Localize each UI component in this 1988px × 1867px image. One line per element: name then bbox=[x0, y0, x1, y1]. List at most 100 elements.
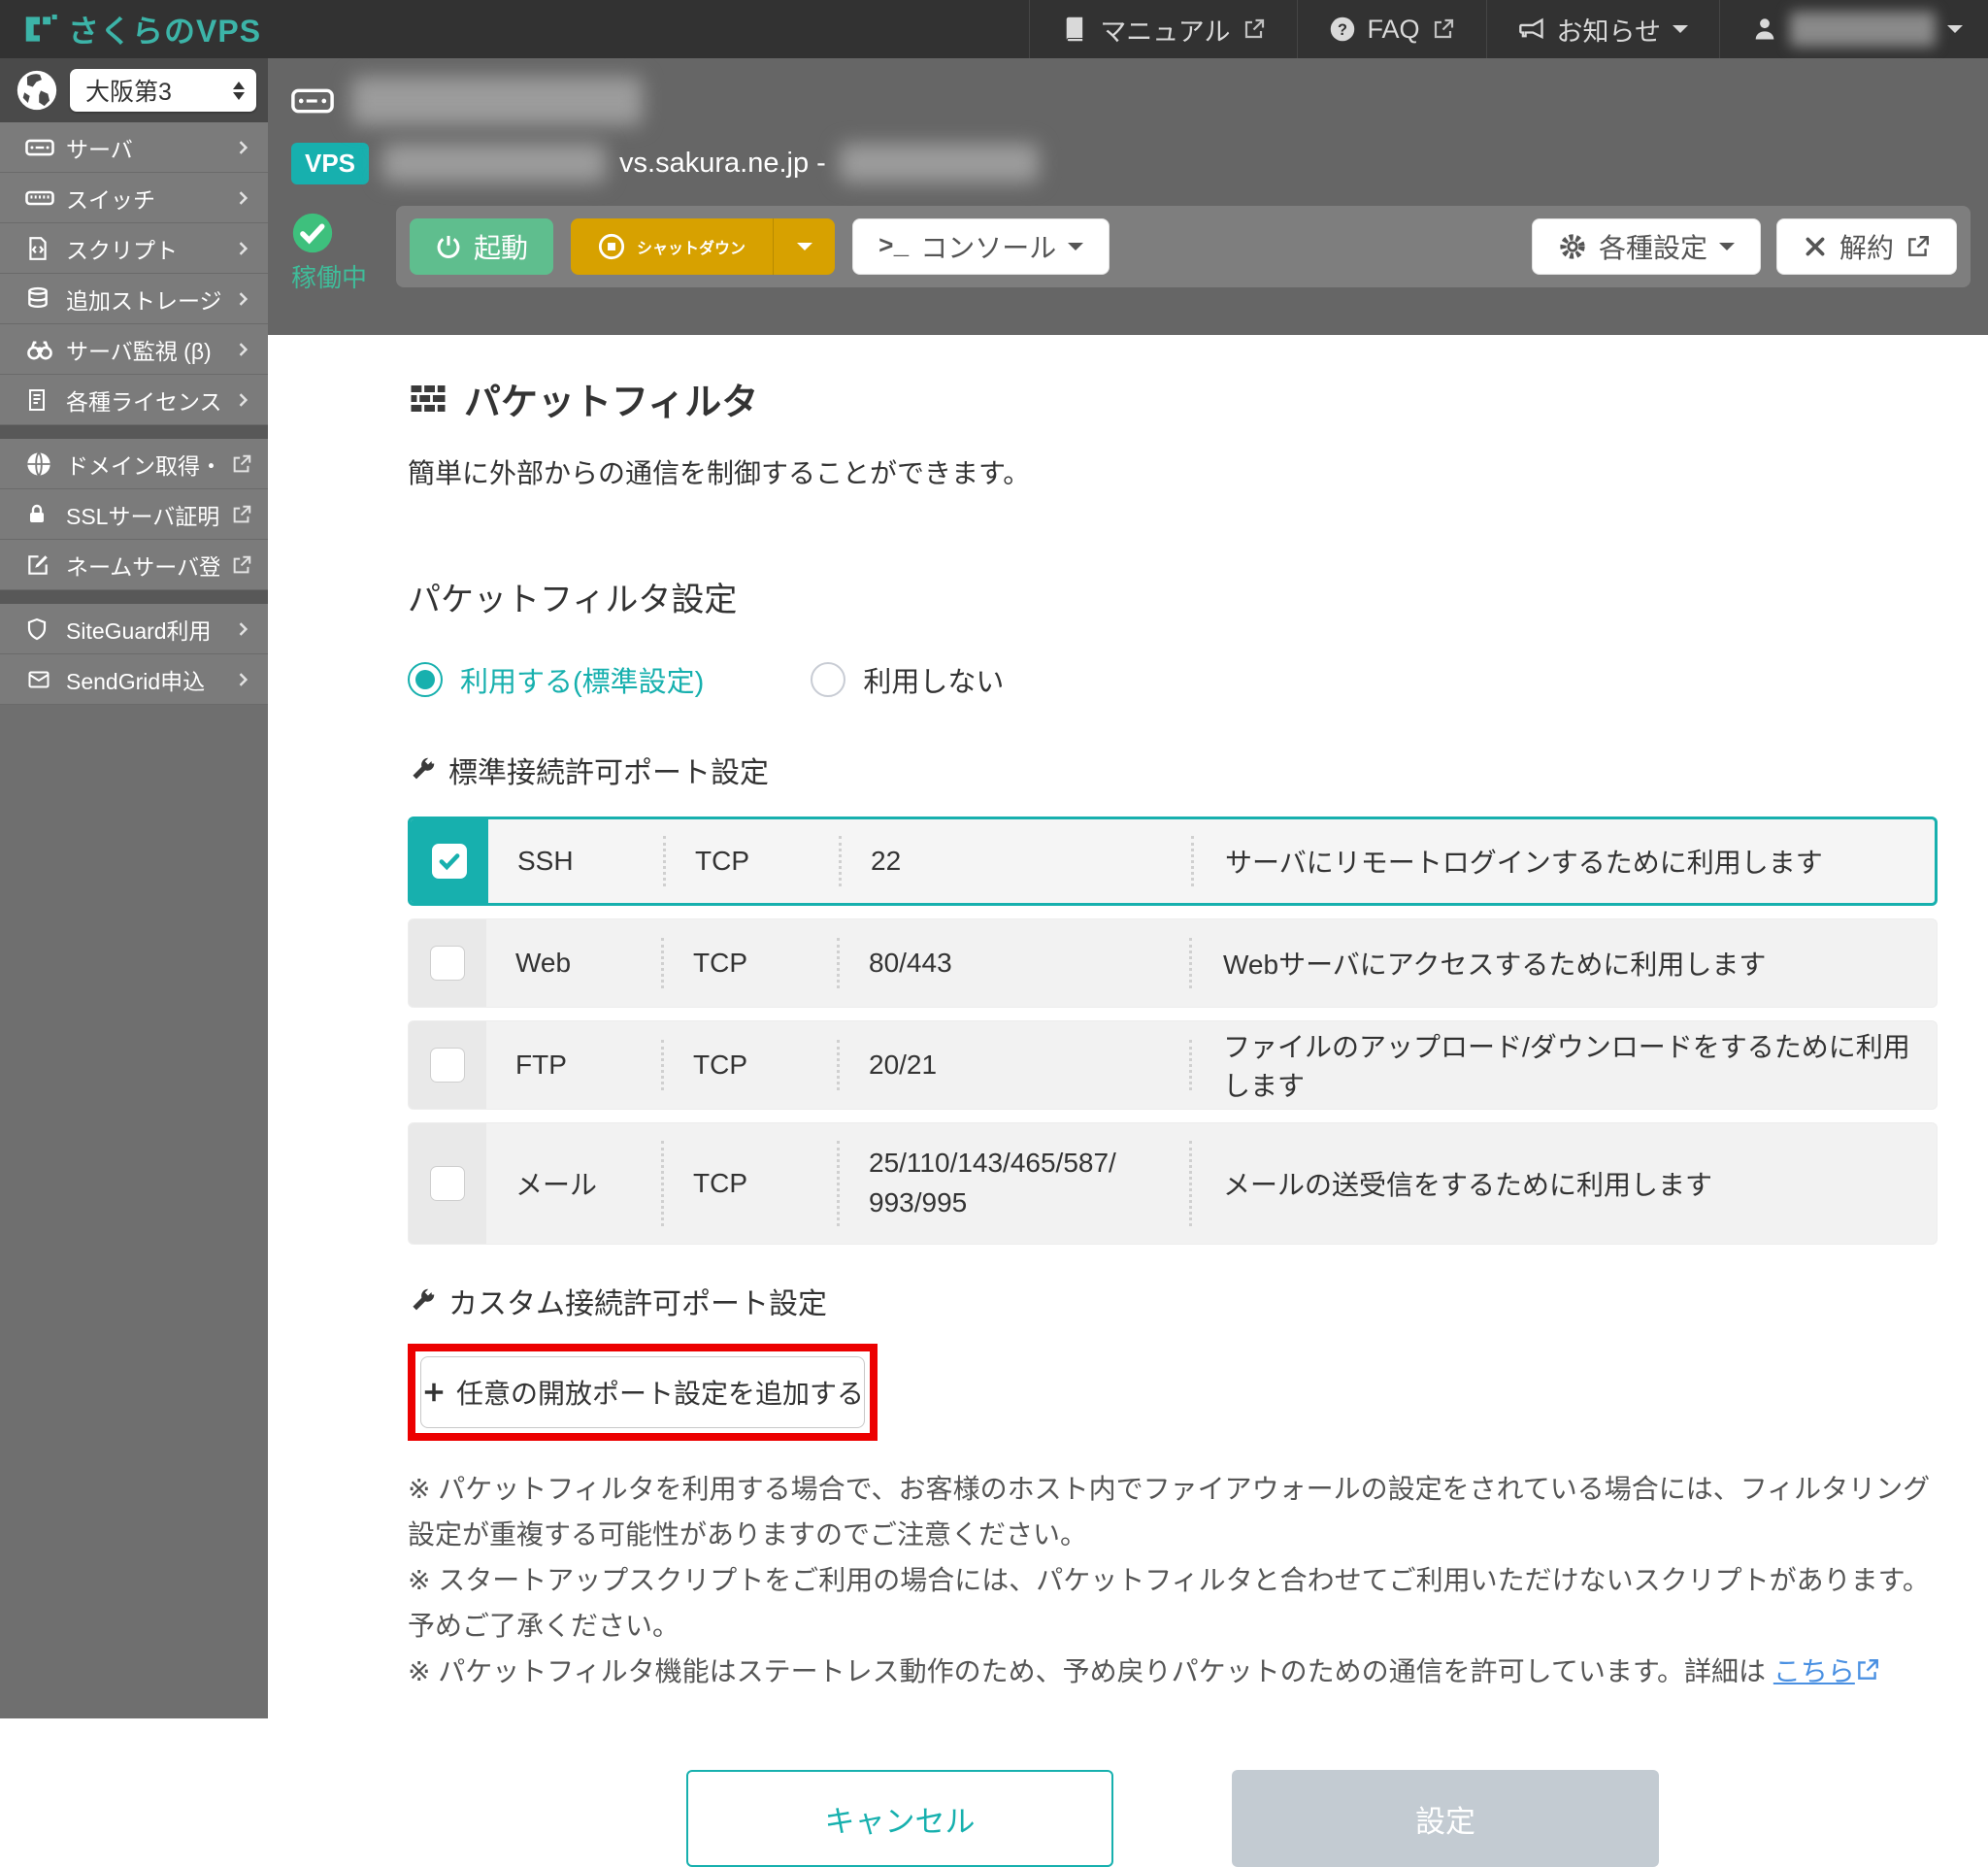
sidebar-item-sendgrid[interactable]: SendGrid申込 bbox=[0, 654, 268, 705]
sidebar-menu: サーバ スイッチ スクリプト 追加ストレージ(NFS) サーバ監視 (β) bbox=[0, 122, 268, 705]
nav-faq-label: FAQ bbox=[1368, 15, 1420, 45]
filter-section-heading: パケットフィルタ設定 bbox=[408, 573, 1938, 620]
cancel-button[interactable]: キャンセル bbox=[686, 1770, 1113, 1867]
note-2: ※ スタートアップスクリプトをご利用の場合には、パケットフィルタと合わせてご利用… bbox=[408, 1557, 1938, 1649]
status-label: 稼働中 bbox=[291, 258, 367, 294]
radio-use-standard[interactable]: 利用する(標準設定) bbox=[408, 659, 704, 700]
external-link-icon bbox=[231, 554, 252, 576]
server-title-row bbox=[291, 74, 1971, 128]
terminal-icon: >_ bbox=[878, 232, 909, 261]
nav-news-label: お知らせ bbox=[1557, 11, 1661, 49]
server-icon bbox=[291, 88, 334, 114]
shutdown-dropdown-button[interactable] bbox=[773, 218, 835, 275]
port-row-mail: メール TCP 25/110/143/465/587/ 993/995 メールの… bbox=[408, 1122, 1938, 1245]
radio-selected-icon bbox=[408, 662, 443, 697]
footer-actions: キャンセル 設定 bbox=[408, 1770, 1938, 1867]
web-checkbox[interactable] bbox=[409, 919, 486, 1007]
port-numbers: 20/21 bbox=[840, 1021, 1189, 1109]
script-icon bbox=[25, 235, 54, 262]
start-button[interactable]: 起動 bbox=[410, 218, 553, 275]
plus-icon bbox=[421, 1380, 447, 1405]
main-content: VPS vs.sakura.ne.jp - 稼働中 起動 bbox=[268, 58, 1988, 1718]
sidebar-item-siteguard[interactable]: SiteGuard利用 bbox=[0, 604, 268, 654]
note-1: ※ パケットフィルタを利用する場合で、お客様のホスト内でファイアウォールの設定を… bbox=[408, 1466, 1938, 1557]
mail-checkbox[interactable] bbox=[409, 1123, 486, 1244]
region-row: 大阪第3 bbox=[0, 58, 268, 122]
port-protocol: TCP bbox=[664, 1123, 837, 1244]
chevron-right-icon bbox=[233, 138, 252, 157]
chevron-down-icon bbox=[1947, 25, 1963, 41]
nav-account[interactable] bbox=[1719, 0, 1988, 58]
redacted-hostname bbox=[382, 144, 606, 183]
sidebar: 大阪第3 サーバ スイッチ スクリプト 追加ストレージ(N bbox=[0, 58, 268, 1718]
sidebar-item-script[interactable]: スクリプト bbox=[0, 223, 268, 274]
page-body: パケットフィルタ 簡単に外部からの通信を制御することができます。 パケットフィル… bbox=[268, 335, 1988, 1867]
toolbar-panel: 起動 シャットダウン >_ コンソール bbox=[396, 206, 1971, 287]
sidebar-item-licenses[interactable]: 各種ライセンス bbox=[0, 375, 268, 425]
checkbox-icon bbox=[430, 1166, 465, 1201]
vps-badge: VPS bbox=[291, 143, 369, 184]
radio-not-use[interactable]: 利用しない bbox=[811, 659, 1004, 700]
gear-icon bbox=[1558, 232, 1587, 261]
nav-faq[interactable]: ? FAQ bbox=[1297, 0, 1486, 58]
highlight-box: 任意の開放ポート設定を追加する bbox=[408, 1344, 878, 1441]
sidebar-item-monitoring[interactable]: サーバ監視 (β) bbox=[0, 324, 268, 375]
cancel-contract-button[interactable]: 解約 bbox=[1776, 218, 1957, 275]
brick-wall-icon bbox=[408, 379, 448, 419]
region-select[interactable]: 大阪第3 bbox=[70, 69, 256, 112]
shutdown-button[interactable]: シャットダウン bbox=[571, 218, 773, 275]
book-icon bbox=[1061, 16, 1088, 43]
chevron-right-icon bbox=[233, 289, 252, 309]
redacted-server-name bbox=[351, 77, 643, 125]
port-numbers: 25/110/143/465/587/ 993/995 bbox=[840, 1123, 1189, 1244]
external-link-icon bbox=[1905, 234, 1931, 259]
brand[interactable]: さくらのVPS bbox=[0, 0, 282, 58]
port-description: メールの送受信をするために利用します bbox=[1192, 1123, 1937, 1244]
settings-button[interactable]: 各種設定 bbox=[1532, 218, 1761, 275]
shield-icon bbox=[25, 616, 54, 643]
port-description: ファイルのアップロード/ダウンロードをするために利用します bbox=[1192, 1021, 1937, 1109]
globe-icon bbox=[16, 69, 58, 112]
ssh-checkbox[interactable] bbox=[411, 819, 488, 903]
checkbox-icon bbox=[432, 844, 467, 879]
pencil-square-icon bbox=[25, 552, 54, 578]
wrench-icon bbox=[408, 1286, 437, 1316]
globe-icon bbox=[25, 450, 54, 478]
server-icon bbox=[25, 138, 54, 157]
sidebar-item-storage[interactable]: 追加ストレージ(NFS) bbox=[0, 274, 268, 324]
ftp-checkbox[interactable] bbox=[409, 1021, 486, 1109]
sidebar-item-server[interactable]: サーバ bbox=[0, 122, 268, 173]
checkbox-icon bbox=[430, 1048, 465, 1083]
hostname-suffix: vs.sakura.ne.jp - bbox=[619, 148, 826, 180]
power-icon bbox=[435, 233, 462, 260]
stop-circle-icon bbox=[598, 233, 625, 260]
page: さくらのVPS マニュアル ? FAQ お知らせ bbox=[0, 0, 1988, 1718]
sidebar-item-switch[interactable]: スイッチ bbox=[0, 173, 268, 223]
port-protocol: TCP bbox=[666, 819, 839, 903]
port-name: メール bbox=[486, 1123, 661, 1244]
details-link[interactable]: こちら bbox=[1773, 1656, 1855, 1686]
chevron-right-icon bbox=[233, 670, 252, 689]
nav-news[interactable]: お知らせ bbox=[1486, 0, 1719, 58]
console-button[interactable]: >_ コンソール bbox=[852, 218, 1110, 275]
port-protocol: TCP bbox=[664, 919, 837, 1007]
chevron-right-icon bbox=[233, 239, 252, 258]
external-link-icon bbox=[1242, 17, 1266, 41]
checkbox-icon bbox=[430, 946, 465, 981]
sidebar-item-ssl[interactable]: SSLサーバ証明書 bbox=[0, 489, 268, 540]
svg-text:?: ? bbox=[1338, 21, 1347, 39]
switch-icon bbox=[25, 188, 54, 208]
region-select-value: 大阪第3 bbox=[85, 73, 233, 108]
chevron-right-icon bbox=[233, 340, 252, 359]
add-custom-port-button[interactable]: 任意の開放ポート設定を追加する bbox=[420, 1356, 865, 1428]
nav-manual[interactable]: マニュアル bbox=[1029, 0, 1296, 58]
submit-button[interactable]: 設定 bbox=[1232, 1770, 1659, 1867]
select-spinner-icon bbox=[233, 82, 245, 100]
chevron-down-icon bbox=[1068, 243, 1083, 258]
sidebar-item-nameserver[interactable]: ネームサーバ登録 bbox=[0, 540, 268, 590]
chevron-right-icon bbox=[233, 390, 252, 410]
chevron-down-icon bbox=[1673, 25, 1688, 41]
external-link-icon bbox=[231, 504, 252, 525]
sidebar-item-domain[interactable]: ドメイン取得・転入 bbox=[0, 439, 268, 489]
brand-text: さくらのVPS bbox=[68, 7, 261, 51]
